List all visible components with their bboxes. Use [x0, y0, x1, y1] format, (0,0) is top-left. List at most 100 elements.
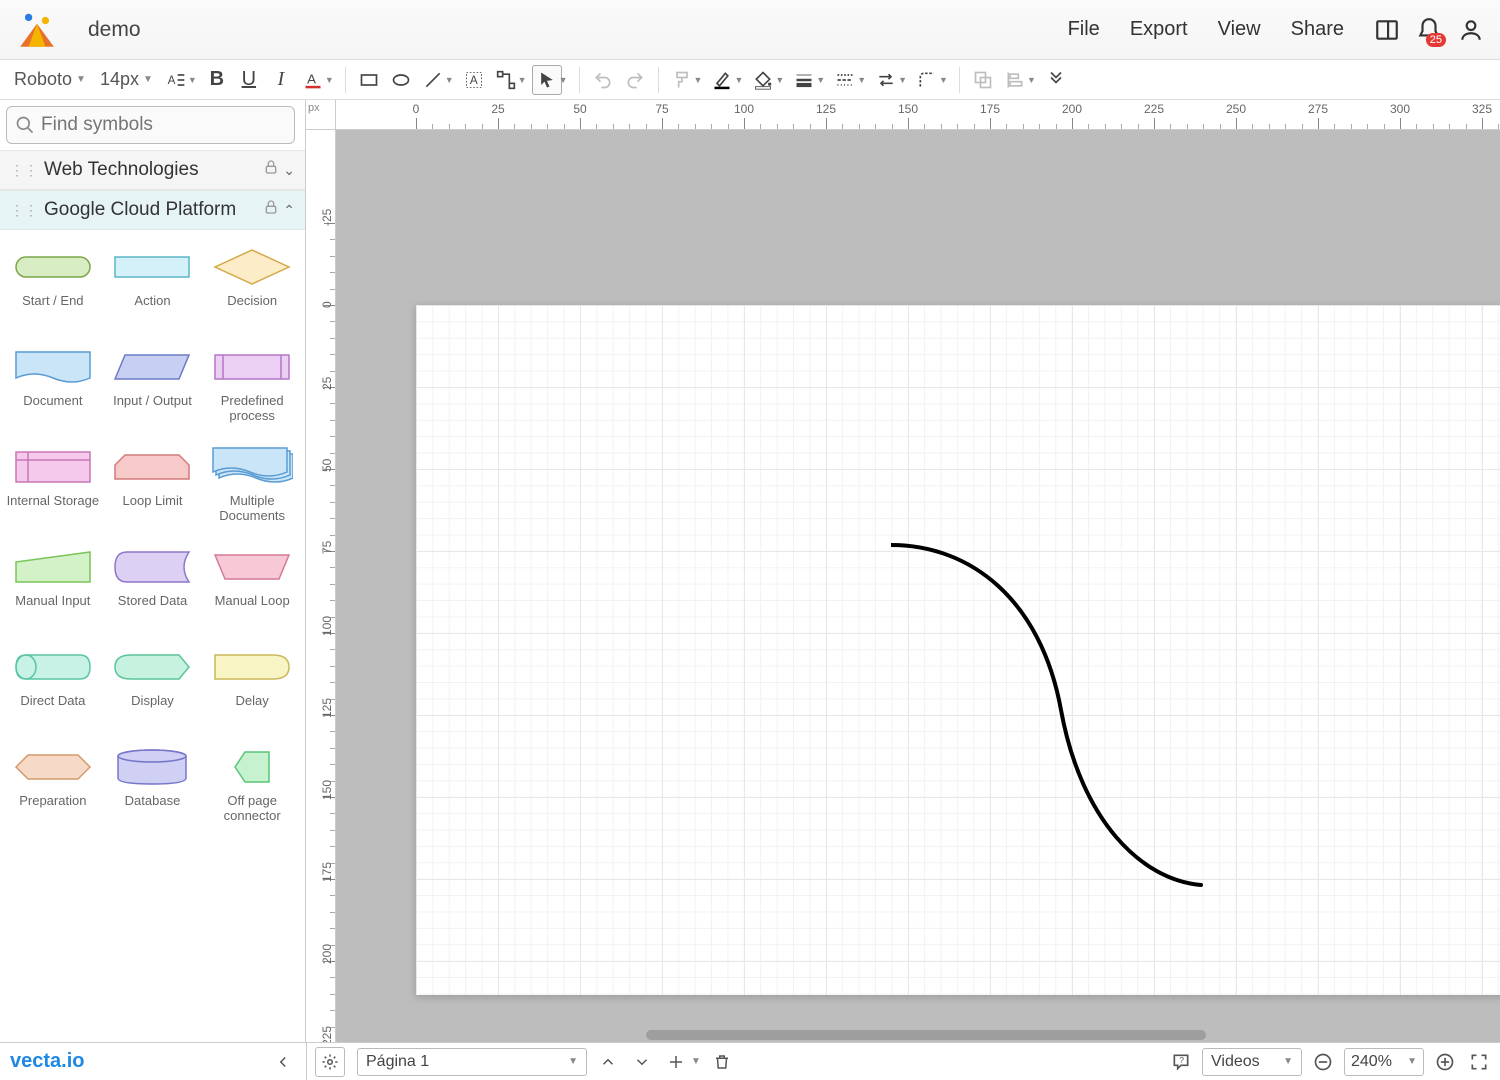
shape-label: Decision — [227, 294, 277, 324]
shape-off-page-connector[interactable]: Off page connector — [203, 740, 301, 830]
pointer-tool[interactable] — [532, 65, 562, 95]
line-weight-button[interactable] — [789, 65, 819, 95]
vertical-ruler: -250255075100125150175200225 — [306, 130, 336, 1042]
line-color-button[interactable] — [707, 65, 737, 95]
grip-icon: ⋮⋮ — [10, 202, 38, 219]
drawing-page[interactable] — [416, 305, 1500, 995]
fullscreen-button[interactable] — [1466, 1049, 1492, 1075]
shape-label: Document — [23, 394, 82, 424]
next-page-button[interactable] — [629, 1049, 655, 1075]
shape-start-end[interactable]: Start / End — [4, 240, 102, 330]
notifications-icon[interactable]: 25 — [1416, 17, 1442, 43]
shape-label: Preparation — [19, 794, 86, 824]
sidebar-footer: vecta.io — [0, 1042, 306, 1080]
svg-text:A: A — [168, 74, 176, 87]
collapse-sidebar-button[interactable] — [270, 1049, 296, 1075]
symbol-search[interactable] — [6, 106, 295, 144]
prev-page-button[interactable] — [595, 1049, 621, 1075]
undo-button[interactable] — [588, 65, 618, 95]
scrollbar-thumb[interactable] — [646, 1030, 1206, 1040]
shape-internal-storage[interactable]: Internal Storage — [4, 440, 102, 530]
shape-label: Stored Data — [118, 594, 187, 624]
shape-label: Database — [125, 794, 181, 824]
zoom-level-select[interactable]: 240%▼ — [1344, 1048, 1424, 1076]
document-title[interactable]: demo — [88, 18, 141, 42]
shape-loop-limit[interactable]: Loop Limit — [104, 440, 202, 530]
chevron-up-icon: ⌃ — [283, 202, 295, 219]
shape-input-output[interactable]: Input / Output — [104, 340, 202, 430]
page-settings-button[interactable] — [315, 1047, 345, 1077]
symbol-search-input[interactable] — [41, 114, 286, 136]
shape-predefined-process[interactable]: Predefined process — [203, 340, 301, 430]
shape-document[interactable]: Document — [4, 340, 102, 430]
ellipse-tool[interactable] — [386, 65, 416, 95]
bold-button[interactable]: B — [202, 65, 232, 95]
font-size-select[interactable]: 14px▼ — [94, 69, 159, 90]
add-page-button[interactable] — [663, 1049, 689, 1075]
shape-label: Delay — [236, 694, 269, 724]
line-spacing-button[interactable]: A — [161, 65, 191, 95]
shape-multiple-documents[interactable]: Multiple Documents — [203, 440, 301, 530]
canvas-viewport[interactable] — [336, 130, 1500, 1042]
zoom-out-button[interactable] — [1310, 1049, 1336, 1075]
horizontal-scrollbar[interactable] — [366, 1028, 1500, 1042]
line-tool[interactable] — [418, 65, 448, 95]
stencil-web-technologies[interactable]: ⋮⋮ Web Technologies ⌄ — [0, 150, 305, 190]
shape-delay[interactable]: Delay — [203, 640, 301, 730]
shape-thumb — [211, 646, 293, 688]
menu-export[interactable]: Export — [1130, 18, 1188, 41]
redo-button[interactable] — [620, 65, 650, 95]
app-logo — [16, 9, 58, 51]
corner-style-button[interactable] — [912, 65, 942, 95]
shape-display[interactable]: Display — [104, 640, 202, 730]
status-bar: Página 1▼ ▼ ? Videos▼ 240%▼ — [306, 1042, 1500, 1080]
shape-thumb — [111, 346, 193, 388]
more-tools-button[interactable] — [1041, 65, 1071, 95]
shape-thumb — [12, 746, 94, 788]
shape-thumb — [211, 746, 293, 788]
shape-manual-loop[interactable]: Manual Loop — [203, 540, 301, 630]
underline-button[interactable]: U — [234, 65, 264, 95]
shape-manual-input[interactable]: Manual Input — [4, 540, 102, 630]
shape-thumb — [111, 546, 193, 588]
shape-stored-data[interactable]: Stored Data — [104, 540, 202, 630]
shape-thumb — [111, 646, 193, 688]
text-color-button[interactable]: A — [298, 65, 328, 95]
delete-page-button[interactable] — [709, 1049, 735, 1075]
page-select[interactable]: Página 1▼ — [357, 1048, 587, 1076]
stencil-google-cloud[interactable]: ⋮⋮ Google Cloud Platform ⌃ — [0, 190, 305, 230]
connector-tool[interactable] — [491, 65, 521, 95]
fill-color-button[interactable] — [748, 65, 778, 95]
shape-label: Direct Data — [20, 694, 85, 724]
app-header: demo File Export View Share 25 — [0, 0, 1500, 60]
rectangle-tool[interactable] — [354, 65, 384, 95]
menu-file[interactable]: File — [1068, 18, 1100, 41]
shape-direct-data[interactable]: Direct Data — [4, 640, 102, 730]
shape-database[interactable]: Database — [104, 740, 202, 830]
menu-view[interactable]: View — [1218, 18, 1261, 41]
panel-toggle-icon[interactable] — [1374, 17, 1400, 43]
arrows-button[interactable] — [871, 65, 901, 95]
videos-select[interactable]: Videos▼ — [1202, 1048, 1302, 1076]
font-family-select[interactable]: Roboto▼ — [8, 69, 92, 90]
shape-label: Loop Limit — [123, 494, 183, 524]
svg-text:A: A — [470, 74, 478, 87]
group-button[interactable] — [968, 65, 998, 95]
shape-thumb — [211, 446, 293, 488]
italic-button[interactable]: I — [266, 65, 296, 95]
text-tool[interactable]: A — [459, 65, 489, 95]
shape-decision[interactable]: Decision — [203, 240, 301, 330]
account-icon[interactable] — [1458, 17, 1484, 43]
zoom-in-button[interactable] — [1432, 1049, 1458, 1075]
menu-share[interactable]: Share — [1291, 18, 1344, 41]
add-page-dropdown[interactable]: ▼ — [691, 1056, 701, 1067]
drawn-curve[interactable] — [891, 540, 1211, 900]
align-button[interactable] — [1000, 65, 1030, 95]
format-painter-button[interactable] — [667, 65, 697, 95]
shape-action[interactable]: Action — [104, 240, 202, 330]
line-style-button[interactable] — [830, 65, 860, 95]
help-button[interactable]: ? — [1168, 1049, 1194, 1075]
lock-icon — [263, 199, 279, 221]
notification-count: 25 — [1426, 33, 1446, 47]
shape-preparation[interactable]: Preparation — [4, 740, 102, 830]
